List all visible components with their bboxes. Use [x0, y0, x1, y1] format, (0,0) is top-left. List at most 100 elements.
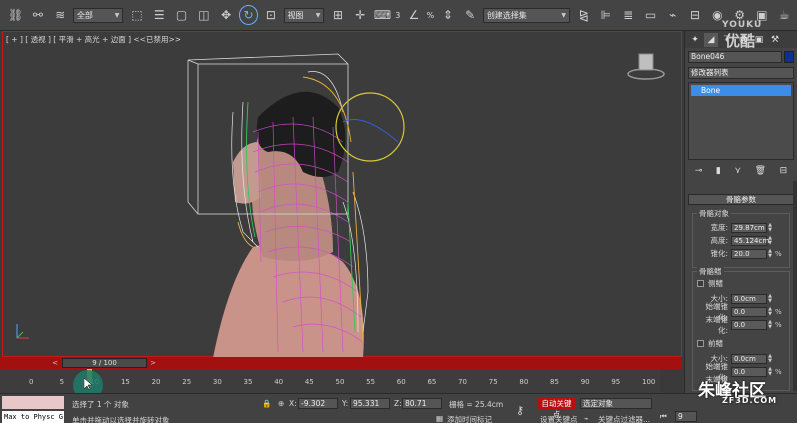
select-by-name-icon[interactable]: ☰ — [150, 5, 169, 25]
selected-object-dropdown[interactable]: 选定对象 — [580, 398, 652, 409]
edit-named-sel-icon[interactable]: ✎ — [461, 5, 480, 25]
object-name-field[interactable]: Bone046 — [688, 51, 782, 63]
ruler-tick-label: 55 — [366, 378, 376, 386]
side-size-spinner-icon[interactable]: ▲ ▼ — [767, 293, 773, 304]
next-frame-icon[interactable]: > — [148, 358, 158, 368]
front-start-taper-input[interactable]: 0.0 — [731, 366, 767, 377]
select-scale-icon[interactable]: ⊡ — [261, 5, 280, 25]
ruler-tick-label: 60 — [396, 378, 406, 386]
curve-editor-icon[interactable]: ⌁ — [663, 5, 682, 25]
taper-spinner-icon[interactable]: ▲ ▼ — [767, 248, 773, 259]
side-fins-checkbox[interactable] — [697, 280, 704, 287]
pivot-center-icon[interactable]: ⊞ — [328, 5, 347, 25]
selection-filter-dropdown[interactable]: 全部 ▼ — [72, 7, 124, 23]
select-rotate-icon[interactable]: ↻ — [238, 5, 259, 25]
height-label: 高度: — [710, 236, 728, 245]
show-end-result-icon[interactable]: ▮ — [716, 166, 721, 176]
configure-sets-icon[interactable]: ⊟ — [780, 166, 788, 176]
bind-spacewarp-icon[interactable]: ≋ — [51, 5, 70, 25]
z-label: Z: — [394, 399, 402, 408]
maxscript-listener[interactable]: Max to Physc G — [2, 411, 64, 423]
perspective-viewport[interactable]: [ + ] [ 透视 ] [ 平滑 + 高光 + 边面 ] <<已禁用>> — [2, 31, 682, 358]
y-label: Y: — [342, 399, 349, 408]
mirror-icon[interactable]: ⧎ — [574, 5, 593, 25]
angle-snap-icon[interactable]: ∠ — [404, 5, 423, 25]
align-icon[interactable]: ⊫ — [596, 5, 615, 25]
keyboard-shortcut-icon[interactable]: ⌨ — [373, 5, 392, 25]
layer-manager-icon[interactable]: ≣ — [619, 5, 638, 25]
render-production-icon[interactable]: ☕ — [775, 5, 794, 25]
select-move-icon[interactable]: ✥ — [217, 5, 236, 25]
front-fin-checkbox[interactable] — [697, 340, 704, 347]
rect-select-region-icon[interactable]: ▢ — [172, 5, 191, 25]
front-start-taper-spinner-icon[interactable]: ▲ ▼ — [767, 366, 773, 377]
bone-params-rollout[interactable]: 骨骼参数 — [688, 194, 794, 205]
utilities-tab-icon[interactable]: ⚒ — [768, 33, 782, 47]
percent-snap-toggle[interactable]: % — [427, 11, 435, 20]
absolute-mode-icon[interactable]: ⊕ — [278, 399, 284, 408]
remove-modifier-icon[interactable]: 🗑 — [755, 166, 766, 176]
make-unique-icon[interactable]: ⋎ — [734, 166, 741, 176]
unlink-icon[interactable]: ⚯ — [28, 5, 47, 25]
taper-input[interactable]: 20.0 — [731, 248, 767, 259]
y-coord-field[interactable]: 95.331 — [350, 398, 390, 409]
front-size-spinner-icon[interactable]: ▲ ▼ — [767, 353, 773, 364]
stack-toolbar: ⊸ ▮ ⋎ 🗑 ⊟ — [688, 164, 794, 178]
z-coord-field[interactable]: 80.71 — [402, 398, 442, 409]
chevron-down-icon: ▼ — [114, 11, 120, 19]
taper-row: 锥化: 20.0 ▲ ▼ % — [697, 248, 782, 259]
snap-toggle[interactable]: 3 — [395, 11, 400, 20]
pin-stack-icon[interactable]: ⊸ — [695, 166, 703, 176]
goto-start-icon[interactable]: ⏮ — [660, 412, 667, 422]
viewport-label[interactable]: [ + ] [ 透视 ] [ 平滑 + 高光 + 边面 ] <<已禁用>> — [6, 34, 181, 45]
auto-key-button[interactable]: 自动关键点 — [538, 398, 575, 419]
side-end-taper-spinner-icon[interactable]: ▲ ▼ — [767, 319, 773, 330]
ruler-tick-label: 40 — [274, 378, 284, 386]
object-color-swatch[interactable] — [784, 51, 794, 63]
create-tab-icon[interactable]: ✦ — [688, 33, 702, 47]
side-fins-row[interactable]: 侧鳍 — [697, 278, 723, 289]
youku-watermark-cn: 优酷 — [725, 32, 756, 50]
schematic-view-icon[interactable]: ⊟ — [685, 5, 704, 25]
lock-icon[interactable]: 🔒 — [262, 399, 271, 408]
window-crossing-icon[interactable]: ◫ — [194, 5, 213, 25]
time-tag-icon[interactable]: ▦ — [436, 414, 443, 423]
spinner-snap-icon[interactable]: ⇕ — [438, 5, 457, 25]
stack-item-bone[interactable]: Bone — [691, 85, 791, 96]
x-coord-field[interactable]: -9.302 — [298, 398, 338, 409]
modifier-list-dropdown[interactable]: 修改器列表 — [688, 67, 794, 79]
front-fin-row[interactable]: 前鳍 — [697, 338, 723, 349]
key-filters-button[interactable]: 关键点过滤器... — [598, 414, 650, 423]
side-end-taper-input[interactable]: 0.0 — [731, 319, 767, 330]
select-manipulate-icon[interactable]: ✛ — [351, 5, 370, 25]
add-time-tag[interactable]: 添加时间标记 — [447, 414, 492, 423]
listener-pink-box[interactable] — [2, 396, 64, 409]
viewcube-icon — [627, 53, 665, 80]
ruler-tick-label: 45 — [304, 378, 314, 386]
side-start-taper-spinner-icon[interactable]: ▲ ▼ — [767, 306, 773, 317]
ref-coord-dropdown[interactable]: 视图 ▼ — [283, 7, 325, 23]
key-filter-icon[interactable]: ⌁ — [584, 414, 589, 423]
select-link-icon[interactable]: ⛓ — [6, 5, 25, 25]
width-input[interactable]: 29.87cm — [731, 222, 767, 233]
bone-object-group: 骨骼对象 宽度: 29.87cm ▲ ▼ 高度: 45.124cm ▲ ▼ 锥化: … — [692, 208, 790, 268]
named-selection-dropdown[interactable]: 创建选择集 ▼ — [482, 7, 570, 23]
height-input[interactable]: 45.124cm — [731, 235, 769, 246]
height-spinner-icon[interactable]: ▲ ▼ — [767, 235, 773, 246]
side-size-input[interactable]: 0.0cm — [731, 293, 767, 304]
ribbon-icon[interactable]: ▭ — [641, 5, 660, 25]
ref-coord-value: 视图 — [287, 10, 304, 20]
prev-frame-icon[interactable]: < — [50, 358, 60, 368]
bone-fins-group: 骨骼鳍 侧鳍 大小: 0.0cm ▲ ▼ 始端锥化: 0.0 ▲ ▼ % 末端锥化:… — [692, 266, 790, 395]
modify-tab-icon[interactable]: ◢ — [704, 32, 718, 47]
current-frame-field[interactable]: 9 — [675, 411, 697, 422]
set-key-button[interactable]: 设置关键点 — [540, 414, 578, 423]
time-slider-thumb[interactable]: 9 / 100 — [62, 358, 147, 368]
side-start-taper-input[interactable]: 0.0 — [731, 306, 767, 317]
front-size-input[interactable]: 0.0cm — [731, 353, 767, 364]
select-object-icon[interactable]: ⬚ — [127, 5, 146, 25]
key-icon[interactable]: ⚷ — [516, 404, 524, 417]
panel-scrollbar[interactable] — [793, 181, 797, 391]
width-spinner-icon[interactable]: ▲ ▼ — [767, 222, 773, 233]
front-fin-label: 前鳍 — [708, 339, 723, 348]
